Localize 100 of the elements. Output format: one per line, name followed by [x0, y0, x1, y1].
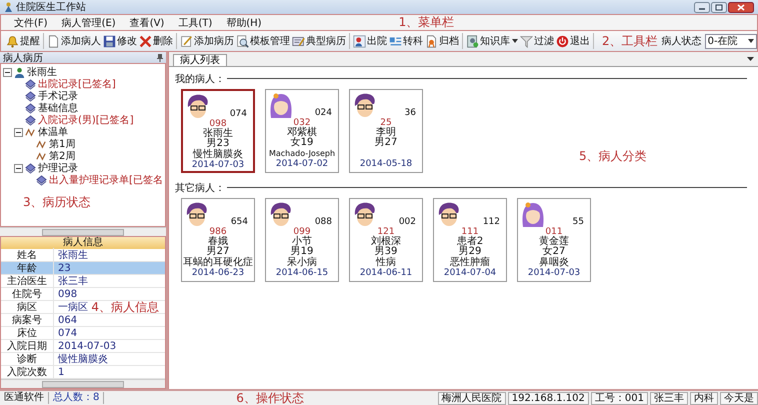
gender-age: 女27 [542, 247, 566, 258]
close-icon[interactable] [728, 2, 754, 12]
collapse-icon[interactable] [14, 128, 23, 136]
patient-number: 032 [293, 118, 311, 128]
field-label: 住院号 [1, 287, 54, 301]
caret-icon[interactable] [512, 39, 518, 43]
toolbar-button[interactable]: 退出 [555, 33, 591, 49]
toolbar-button[interactable]: 模板管理 [235, 33, 291, 49]
tree-item[interactable]: 第2周 [49, 149, 76, 163]
form-icon [292, 34, 305, 48]
patient-name: 小节 [292, 237, 312, 248]
tree-item[interactable]: 第1周 [49, 137, 76, 151]
status-label: 病人状态 [662, 34, 702, 48]
field-label: 入院日期 [1, 339, 54, 353]
field-label: 诊断 [1, 352, 54, 366]
scrollbar-thumb[interactable] [42, 228, 124, 236]
diagnosis: 鼻咽炎 [539, 258, 569, 268]
toolbar-button[interactable]: 添加病人 [46, 33, 102, 49]
gender-age: 男27 [374, 138, 398, 149]
patient-card[interactable]: 002 121 刘根深 男39 性病 2014-06-11 [349, 198, 423, 282]
toolbar-button[interactable]: 添加病历 [179, 33, 235, 49]
info-row[interactable]: 诊断 慢性脑膜炎 [1, 353, 165, 366]
patient-card[interactable]: 074 098 张雨生 男23 慢性脑膜炎 2014-07-03 [181, 89, 255, 173]
annotation-label: 3、病历状态 [23, 194, 91, 211]
patient-card[interactable]: 112 111 患者2 男29 恶性肿瘤 2014-07-04 [433, 198, 507, 282]
minimize-icon[interactable] [694, 2, 710, 12]
caret-icon[interactable] [747, 57, 754, 61]
maximize-icon[interactable] [711, 2, 727, 12]
pin-icon[interactable] [157, 54, 163, 62]
field-value: 23 [57, 262, 71, 274]
admission-date: 2014-07-04 [444, 268, 496, 278]
patient-card[interactable]: 654 986 春娥 男27 耳蜗的耳硬化症 2014-06-23 [181, 198, 255, 282]
patient-card[interactable]: 088 099 小节 男19 呆小病 2014-06-15 [265, 198, 339, 282]
tree-item[interactable]: 手术记录 [38, 89, 78, 103]
toolbar-button[interactable]: 修改 [102, 33, 138, 49]
menu-item[interactable]: 工具(T) [171, 16, 220, 30]
field-label: 病区 [1, 300, 54, 314]
patient-number: 986 [209, 227, 227, 237]
diagnosis: 性病 [376, 258, 396, 268]
collapse-icon[interactable] [14, 164, 23, 172]
patient-number: 121 [377, 227, 395, 237]
toolbar-button[interactable]: 提醒 [5, 33, 41, 49]
toolbar-button[interactable]: 转科 [388, 33, 424, 49]
bed-number: 088 [314, 217, 332, 227]
save-icon [103, 34, 116, 48]
patient-number: 098 [209, 119, 227, 129]
filter-icon [520, 34, 533, 48]
tree-item[interactable]: 张雨生 [27, 65, 57, 79]
info-row[interactable]: 病区 一病区 4、病人信息 [1, 301, 165, 314]
info-row[interactable]: 病案号 064 [1, 314, 165, 327]
toolbar-button[interactable]: 知识库 [465, 33, 519, 49]
tab[interactable]: 病人列表 [173, 54, 227, 66]
patient-card[interactable]: 55 011 黄金莲 女27 鼻咽炎 2014-07-03 [517, 198, 591, 282]
status-text: 梅洲人民医院 [438, 392, 506, 404]
scrollbar-thumb[interactable] [42, 380, 124, 388]
field-label: 床位 [1, 326, 54, 340]
diagnosis: 呆小病 [287, 258, 317, 268]
toolbar-button[interactable]: 过滤 [519, 33, 555, 49]
menu-item[interactable]: 帮助(H) [219, 16, 269, 30]
tree-item[interactable]: 体温单 [38, 125, 68, 139]
menu-item[interactable]: 文件(F) [7, 16, 55, 30]
field-label: 病案号 [1, 313, 54, 327]
toolbar-button[interactable]: 删除 [138, 33, 174, 49]
field-value: 慢性脑膜炎 [56, 352, 108, 366]
zigzag-icon [36, 138, 47, 150]
info-row[interactable]: 年龄 23 [1, 262, 165, 275]
tree-item[interactable]: 入院记录(男)[已签名] [38, 113, 134, 127]
gender-age: 男23 [206, 139, 230, 150]
status-text: 192.168.1.102 [508, 392, 589, 404]
toolbar-button[interactable]: 典型病历 [291, 33, 347, 49]
admission-date: 2014-05-18 [360, 158, 412, 169]
gender-age: 男27 [206, 247, 230, 258]
status-dropdown[interactable]: 0-在院 [704, 34, 757, 48]
field-value: 张三丰 [57, 274, 88, 288]
patient-name: 黄金莲 [539, 237, 569, 248]
tree-item[interactable]: 基础信息 [38, 101, 78, 115]
avatar-drawing [268, 92, 294, 118]
field-label: 主治医生 [1, 274, 54, 288]
caret-icon [748, 39, 754, 43]
toolbar-button[interactable]: 归档 [424, 33, 460, 49]
field-value: 098 [57, 288, 78, 300]
info-row[interactable]: 主治医生 张三丰 [1, 275, 165, 288]
patient-number: 099 [293, 227, 311, 237]
bed-number: 024 [314, 108, 332, 118]
info-row[interactable]: 入院日期 2014-07-03 [1, 340, 165, 353]
patient-number: 011 [545, 227, 563, 237]
menu-item[interactable]: 病人管理(E) [54, 16, 123, 30]
document-icon [47, 34, 60, 48]
info-row[interactable]: 住院号 098 [1, 288, 165, 301]
tree-item[interactable]: 出院记录[已签名] [38, 77, 116, 91]
patient-card[interactable]: 024 032 邓紫棋 女19 Machado-Joseph 2014-07-02 [265, 89, 339, 173]
tree-item[interactable]: 出入量护理记录单[已签名 [49, 173, 163, 187]
tree-item[interactable]: 护理记录 [38, 161, 78, 175]
patient-card[interactable]: 36 25 李明 男27 2014-05-18 [349, 89, 423, 173]
toolbar-button[interactable]: 出院 [352, 33, 388, 49]
info-row[interactable]: 床位 074 [1, 327, 165, 340]
app-icon [4, 2, 13, 12]
annotation-label: 4、病人信息 [91, 298, 159, 316]
collapse-icon[interactable] [3, 68, 12, 76]
menu-item[interactable]: 查看(V) [122, 16, 172, 30]
